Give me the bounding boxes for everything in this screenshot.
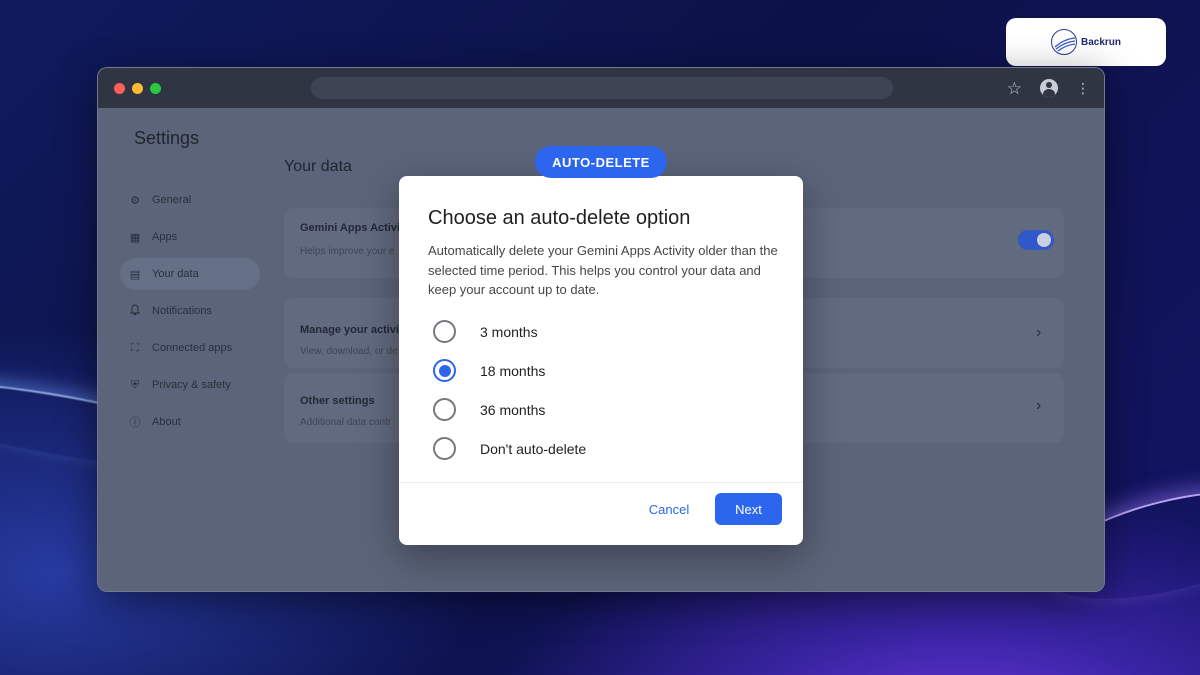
dialog-description: Automatically delete your Gemini Apps Ac… [428, 243, 778, 297]
shield-icon: ⛨ [130, 378, 140, 391]
sidebar-item-label: General [152, 194, 192, 206]
auto-delete-dialog: Choose an auto-delete option Automatical… [399, 176, 803, 545]
window-controls [114, 82, 161, 94]
apps-icon: ▦ [129, 231, 141, 244]
sidebar-item-label: Connected apps [152, 342, 233, 354]
auto-delete-options: 3 months 18 months 36 months Don't auto-… [433, 312, 773, 468]
sidebar-item-label: Apps [152, 231, 178, 243]
browser-titlebar: ☆ ⋮ [98, 68, 1104, 108]
close-window-button[interactable] [114, 82, 125, 94]
account-icon[interactable] [1040, 79, 1058, 97]
option-3-months[interactable]: 3 months [433, 312, 773, 351]
gear-icon: ⚙ [130, 194, 140, 207]
settings-sidebar: ⚙ General ▦ Apps ▤ Your data Notificatio… [120, 184, 260, 443]
sidebar-item-label: About [152, 416, 181, 428]
cancel-button[interactable]: Cancel [639, 498, 699, 520]
brand-logo-card: Backrun [1006, 18, 1166, 66]
sidebar-item-privacy-safety[interactable]: ⛨ Privacy & safety [120, 369, 260, 401]
maximize-window-button[interactable] [150, 82, 161, 94]
option-label: 18 months [480, 362, 546, 379]
option-18-months[interactable]: 18 months [433, 351, 773, 390]
sidebar-item-apps[interactable]: ▦ Apps [120, 221, 260, 253]
card-title: Other settings [300, 395, 375, 407]
document-icon: ▤ [129, 268, 141, 281]
card-title: Gemini Apps Activi [300, 222, 401, 234]
section-title: Your data [284, 158, 352, 175]
radio-button[interactable] [433, 320, 456, 343]
next-button[interactable]: Next [715, 493, 782, 525]
option-dont-auto-delete[interactable]: Don't auto-delete [433, 429, 773, 468]
chevron-right-icon: › [1036, 397, 1042, 414]
dialog-title: Choose an auto-delete option [428, 207, 691, 229]
option-label: 36 months [480, 401, 546, 418]
card-subtitle: Additional data contr [300, 417, 392, 428]
brand-name: Backrun [1080, 36, 1121, 48]
auto-delete-badge: AUTO-DELETE [535, 146, 667, 178]
card-title: Manage your activit [300, 324, 403, 336]
toolbar-icons: ☆ ⋮ [1007, 68, 1090, 108]
chevron-right-icon: › [1036, 324, 1042, 341]
radio-button[interactable] [433, 398, 456, 421]
sidebar-item-label: Your data [152, 268, 199, 280]
radio-button[interactable] [433, 437, 456, 460]
minimize-window-button[interactable] [132, 82, 143, 94]
sidebar-item-label: Privacy & safety [152, 379, 231, 391]
more-vert-icon[interactable]: ⋮ [1076, 81, 1090, 95]
info-icon: ⓘ [129, 417, 141, 429]
radio-button-selected[interactable] [433, 359, 456, 382]
sidebar-item-label: Notifications [152, 305, 212, 317]
bell-icon [128, 303, 142, 319]
star-icon[interactable]: ☆ [1007, 80, 1022, 97]
connected-apps-icon: ⛶ [131, 341, 139, 354]
card-subtitle: View, download, or de [300, 346, 398, 357]
sidebar-item-about[interactable]: ⓘ About [120, 406, 260, 438]
option-label: 3 months [480, 323, 538, 340]
activity-toggle[interactable] [1018, 230, 1054, 250]
sidebar-item-notifications[interactable]: Notifications [120, 295, 260, 327]
option-label: Don't auto-delete [480, 440, 587, 457]
settings-title: Settings [134, 128, 200, 148]
brand-logo-icon [1050, 29, 1077, 55]
card-subtitle: Helps improve your e [300, 246, 395, 257]
sidebar-item-connected-apps[interactable]: ⛶ Connected apps [120, 332, 260, 364]
option-36-months[interactable]: 36 months [433, 390, 773, 429]
sidebar-item-general[interactable]: ⚙ General [120, 184, 260, 216]
address-bar[interactable] [311, 77, 893, 99]
sidebar-item-your-data[interactable]: ▤ Your data [120, 258, 260, 290]
dialog-divider [399, 482, 803, 483]
